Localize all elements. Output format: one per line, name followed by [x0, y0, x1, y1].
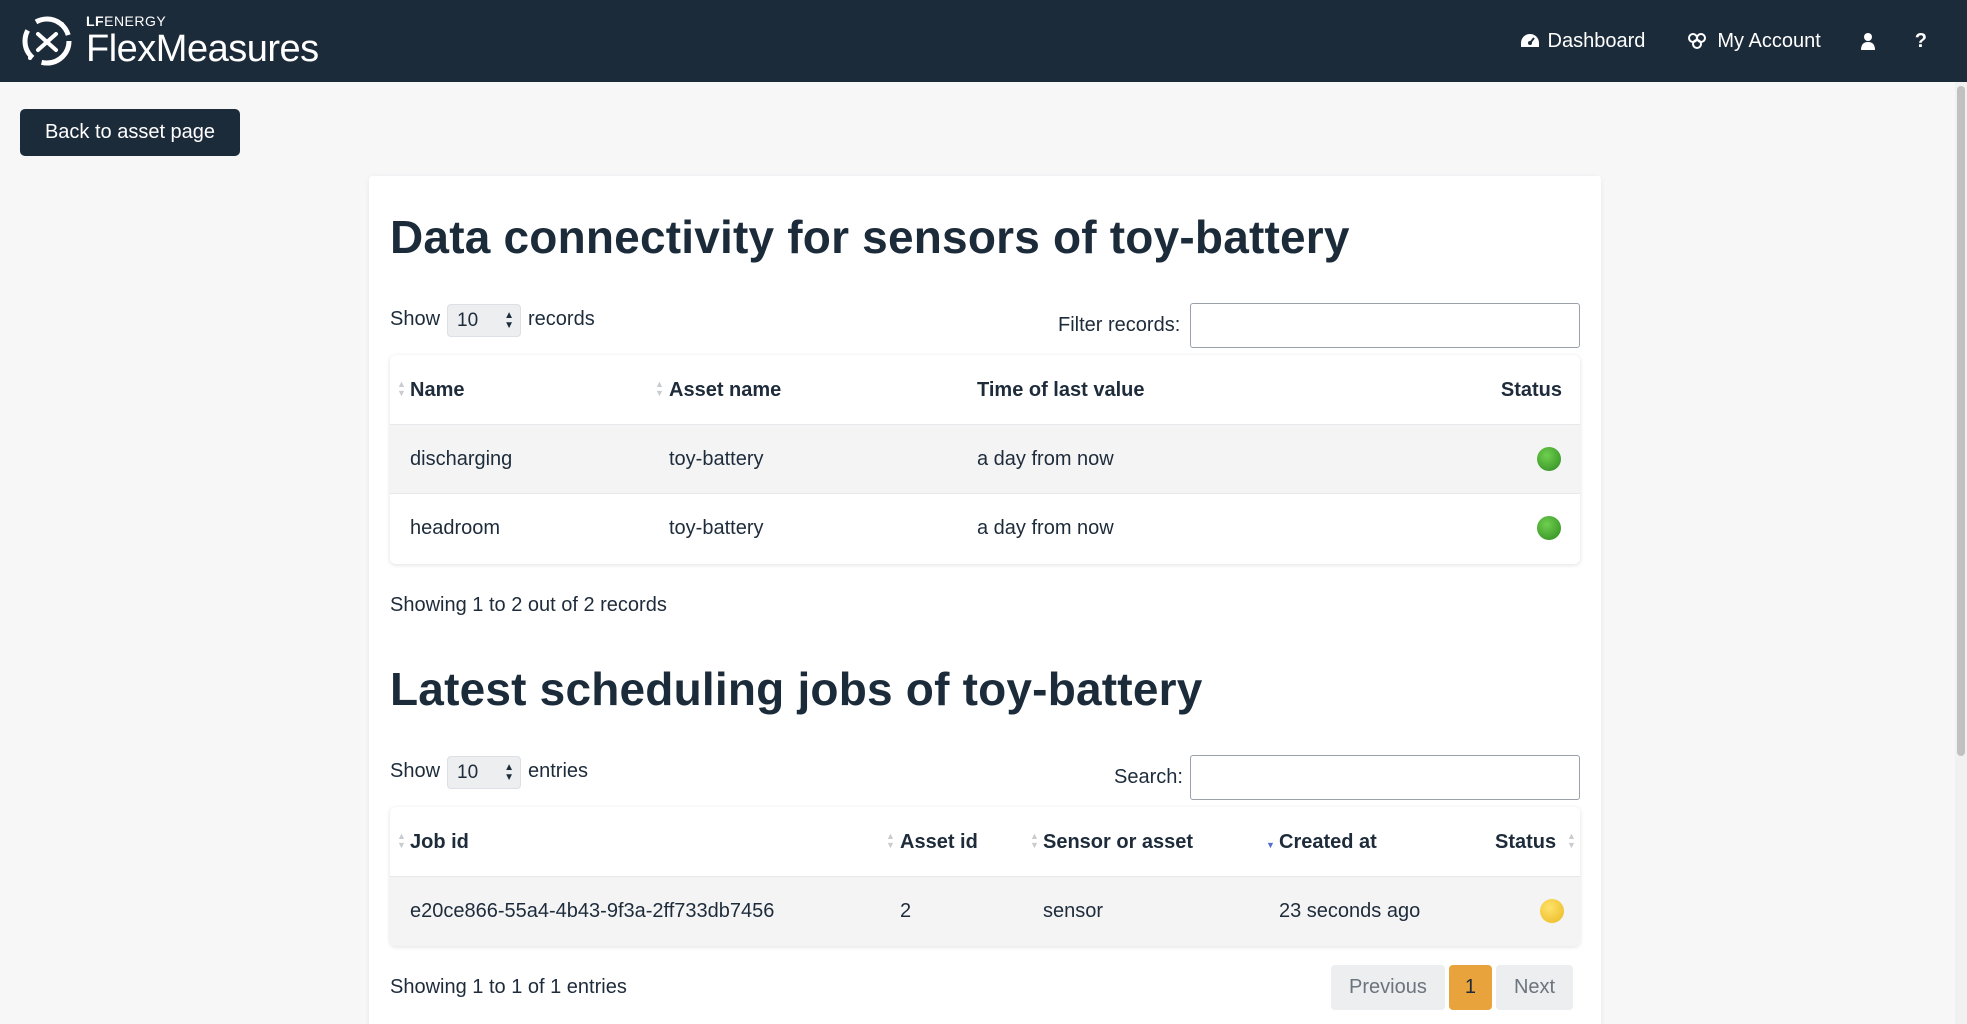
sort-icon[interactable]: ▲ ▼ — [397, 832, 406, 850]
jobs-show-suffix: entries — [528, 760, 589, 782]
col-time-of-last-value: Time of last value — [977, 379, 1145, 401]
cell-sensor-or-asset: sensor — [1043, 900, 1104, 922]
connectivity-page-length-select[interactable]: 10 ▲ ▼ — [447, 304, 521, 337]
cell-asset-name: toy-battery — [669, 517, 764, 539]
connectivity-show-suffix: records — [528, 308, 595, 330]
table-row: headroom toy-battery a day from now — [390, 494, 1580, 563]
sort-icon[interactable]: ▲ ▼ — [1567, 832, 1576, 850]
jobs-summary: Showing 1 to 1 of 1 entries — [390, 976, 627, 998]
col-status: Status — [1500, 379, 1562, 401]
brand-energy: ENERGY — [104, 13, 167, 29]
cell-time: a day from now — [977, 517, 1114, 539]
jobs-title: Latest scheduling jobs of toy-battery — [390, 663, 1203, 715]
sort-icon[interactable]: ▲ ▼ — [1030, 832, 1039, 850]
cell-asset-name: toy-battery — [669, 448, 764, 470]
jobs-page-length-value: 10 — [457, 762, 479, 783]
select-arrows-icon: ▲ ▼ — [504, 762, 514, 783]
sort-icon[interactable]: ▲ ▼ — [397, 380, 406, 398]
connectivity-table-header: ▲ ▼ Name ▲ ▼ Asset name Time of last value… — [390, 355, 1580, 425]
status-yellow-dot — [1540, 899, 1564, 923]
nav-user[interactable] — [1860, 32, 1875, 50]
users-icon — [1688, 33, 1707, 49]
nav-help[interactable]: ? — [1915, 30, 1927, 53]
col-name[interactable]: Name — [410, 355, 464, 425]
nav-my-account-label: My Account — [1717, 29, 1821, 52]
connectivity-page-length-value: 10 — [457, 310, 479, 331]
pagination-previous[interactable]: Previous — [1331, 965, 1445, 1010]
pagination-next[interactable]: Next — [1495, 965, 1574, 1010]
sort-desc-icon[interactable]: ▼ — [1266, 841, 1275, 850]
table-row: discharging toy-battery a day from now — [390, 425, 1580, 494]
top-navbar: LFENERGY FlexMeasures Dashboard My Accou… — [0, 0, 1967, 82]
col-created-at[interactable]: Created at — [1279, 807, 1377, 877]
flexmeasures-logo-icon — [22, 16, 72, 66]
connectivity-title: Data connectivity for sensors of toy-bat… — [390, 211, 1350, 263]
connectivity-table: ▲ ▼ Name ▲ ▼ Asset name Time of last value… — [390, 355, 1580, 564]
cell-name: discharging — [410, 448, 513, 470]
jobs-page-length-select[interactable]: 10 ▲ ▼ — [447, 756, 521, 789]
cell-job-id: e20ce866-55a4-4b43-9f3a-2ff733db7456 — [410, 900, 775, 922]
cell-created-at: 23 seconds ago — [1279, 900, 1421, 922]
back-to-asset-button[interactable]: Back to asset page — [20, 109, 240, 156]
col-sensor-or-asset[interactable]: Sensor or asset — [1043, 807, 1193, 877]
jobs-table-header: ▲ ▼ Job id ▲ ▼ Asset id ▲ ▼ Sensor or asset… — [390, 807, 1580, 877]
connectivity-summary: Showing 1 to 2 out of 2 records — [390, 594, 667, 616]
status-green-dot — [1537, 516, 1561, 540]
select-arrows-icon: ▲ ▼ — [504, 310, 514, 331]
page-scrollbar[interactable] — [1955, 82, 1967, 1024]
dashboard-icon — [1520, 34, 1539, 47]
nav-dashboard-label: Dashboard — [1547, 29, 1646, 52]
col-status[interactable]: Status — [1495, 807, 1556, 877]
jobs-search-label: Search: — [1114, 766, 1183, 788]
nav-dashboard[interactable]: Dashboard — [1520, 29, 1646, 53]
jobs-table: ▲ ▼ Job id ▲ ▼ Asset id ▲ ▼ Sensor or asset… — [390, 807, 1580, 946]
sort-icon[interactable]: ▲ ▼ — [886, 832, 895, 850]
brand-logo[interactable]: LFENERGY FlexMeasures — [18, 12, 319, 70]
cell-asset-id: 2 — [900, 900, 912, 922]
status-green-dot — [1537, 447, 1561, 471]
filter-records-label: Filter records: — [1058, 314, 1181, 336]
pagination-page-1[interactable]: 1 — [1448, 965, 1492, 1010]
help-icon: ? — [1914, 29, 1927, 52]
jobs-show-label: Show — [390, 760, 441, 782]
table-row: e20ce866-55a4-4b43-9f3a-2ff733db7456 2 s… — [390, 877, 1580, 946]
sort-icon[interactable]: ▲ ▼ — [655, 380, 664, 398]
cell-time: a day from now — [977, 448, 1114, 470]
connectivity-show-label: Show — [390, 308, 441, 330]
nav-my-account[interactable]: My Account — [1685, 29, 1821, 53]
user-icon — [1860, 33, 1875, 50]
col-asset-id[interactable]: Asset id — [900, 807, 978, 877]
scrollbar-thumb[interactable] — [1957, 86, 1965, 756]
col-asset-name[interactable]: Asset name — [669, 355, 781, 425]
jobs-pagination: Previous 1 Next — [1331, 965, 1574, 1010]
jobs-search-input[interactable] — [1190, 755, 1580, 800]
cell-name: headroom — [410, 517, 501, 539]
col-job-id[interactable]: Job id — [410, 807, 469, 877]
brand-name: FlexMeasures — [86, 28, 319, 70]
brand-lf: LF — [86, 13, 105, 29]
filter-records-input[interactable] — [1190, 303, 1580, 348]
